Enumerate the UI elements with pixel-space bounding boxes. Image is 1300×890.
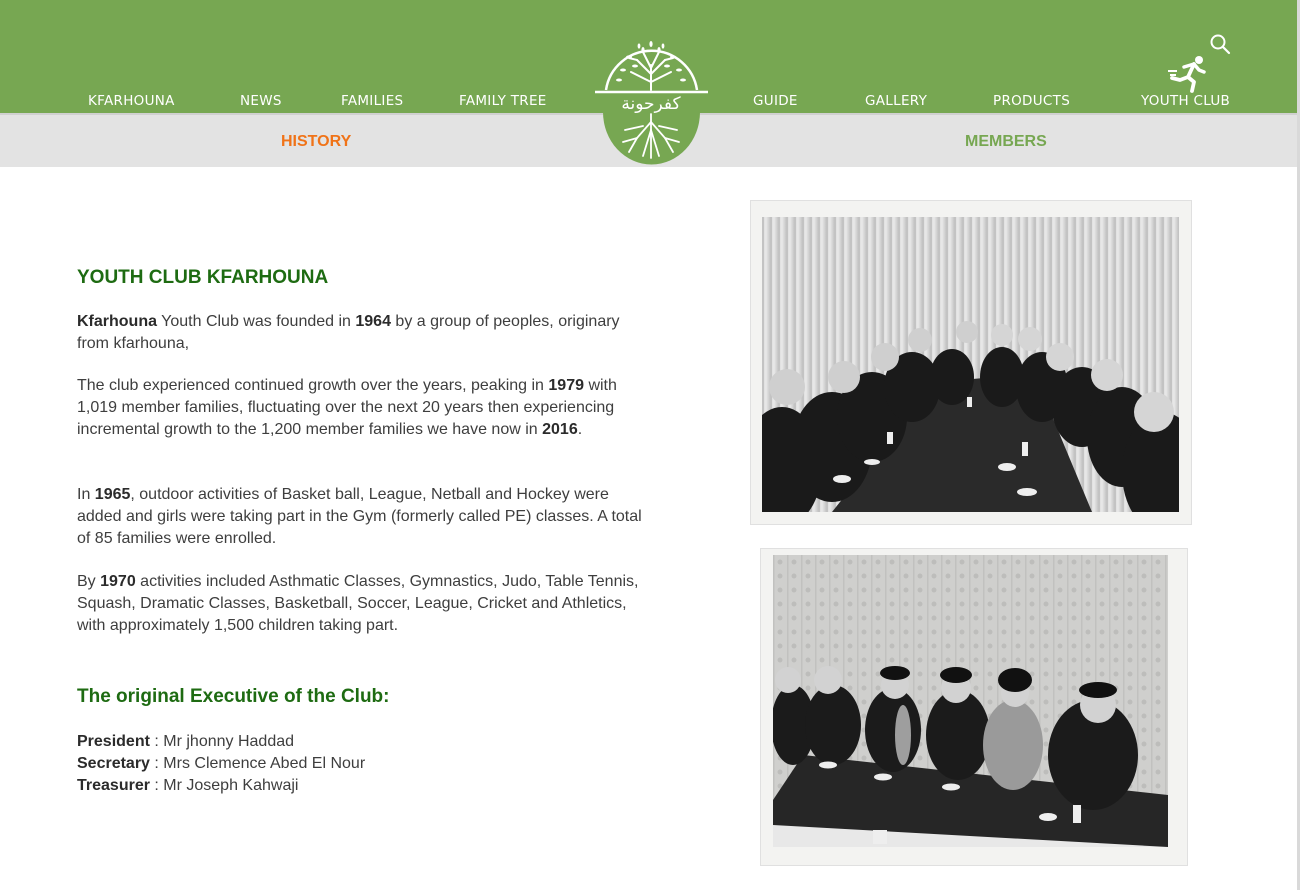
executive-president: President : Mr jhonny Haddad (77, 733, 295, 750)
kfarhouna-logo[interactable]: كفرحونة (593, 30, 710, 170)
nav-youth-club[interactable]: YOUTH CLUB (1141, 93, 1230, 109)
logo-arabic-text: كفرحونة (621, 94, 681, 114)
subnav-history[interactable]: HISTORY (281, 133, 351, 151)
search-icon[interactable] (1209, 33, 1231, 55)
executive-heading: The original Executive of the Club: (77, 686, 390, 707)
paragraph-growth: The club experienced continued growth ov… (77, 377, 617, 438)
nav-families[interactable]: FAMILIES (341, 93, 403, 109)
historic-photo-meeting-1[interactable] (762, 217, 1179, 512)
paragraph-1970: By 1970 activities included Asthmatic Cl… (77, 573, 639, 634)
page-title: YOUTH CLUB KFARHOUNA (77, 267, 329, 288)
paragraph-1965: In 1965, outdoor activities of Basket ba… (77, 486, 642, 547)
nav-products[interactable]: PRODUCTS (993, 93, 1070, 109)
subnav-members[interactable]: MEMBERS (965, 133, 1047, 151)
nav-gallery[interactable]: GALLERY (865, 93, 927, 109)
nav-guide[interactable]: GUIDE (753, 93, 798, 109)
nav-news[interactable]: NEWS (240, 93, 282, 109)
nav-kfarhouna[interactable]: KFARHOUNA (88, 93, 175, 109)
nav-family-tree[interactable]: FAMILY TREE (459, 93, 547, 109)
paragraph-founding: Kfarhouna Youth Club was founded in 1964… (77, 313, 620, 352)
historic-photo-meeting-2[interactable] (773, 555, 1168, 847)
executive-secretary: Secretary : Mrs Clemence Abed El Nour (77, 755, 366, 772)
executive-treasurer: Treasurer : Mr Joseph Kahwaji (77, 777, 299, 794)
running-figure-icon[interactable] (1166, 55, 1210, 93)
